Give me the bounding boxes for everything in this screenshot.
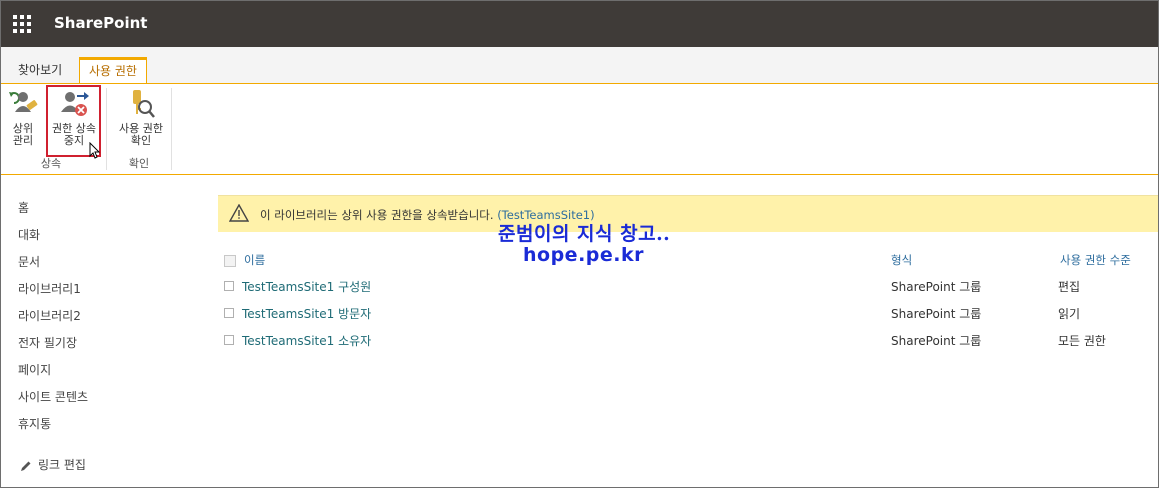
manage-parent-button[interactable]: 상위 관리 (3, 88, 43, 147)
edit-links-button[interactable]: 링크 편집 (20, 456, 86, 473)
nav-item-library2[interactable]: 라이브러리2 (18, 305, 188, 332)
warning-icon (229, 204, 249, 222)
permissions-table: 이름 형식 사용 권한 수준 TestTeamsSite1 구성원 ShareP… (218, 245, 1158, 353)
row-checkbox[interactable] (224, 335, 234, 345)
row-checkbox[interactable] (224, 308, 234, 318)
watermark-title: 준범이의 지식 창고.. (498, 223, 671, 245)
table-row: TestTeamsSite1 구성원 SharePoint 그룹 편집 (218, 272, 1158, 299)
ribbon-bottom-line (1, 174, 1158, 175)
brand-title[interactable]: SharePoint (54, 14, 147, 32)
ribbon-group-check: 사용 권한 확인 확인 (107, 84, 171, 174)
ribbon: 상위 관리 권한 상속 중지 상속 사용 권한 확인 확인 (1, 84, 1158, 174)
message-body: 이 라이브러리는 상위 사용 권한을 상속받습니다. (260, 208, 494, 222)
ribbon-group-label-inheritance: 상속 (40, 157, 62, 170)
left-navigation: 홈 대화 문서 라이브러리1 라이브러리2 전자 필기장 페이지 사이트 콘텐츠… (18, 197, 188, 440)
row-name-link[interactable]: TestTeamsSite1 소유자 (242, 332, 371, 349)
column-header-type[interactable]: 형식 (891, 252, 912, 268)
row-type: SharePoint 그룹 (891, 334, 982, 348)
nav-item-recycle-bin[interactable]: 휴지통 (18, 413, 188, 440)
row-permission-level: 편집 (1058, 280, 1081, 294)
ribbon-group-separator (171, 88, 172, 170)
row-type: SharePoint 그룹 (891, 307, 982, 321)
manage-parent-label: 상위 관리 (12, 122, 34, 147)
nav-item-conversations[interactable]: 대화 (18, 224, 188, 251)
nav-item-site-contents[interactable]: 사이트 콘텐츠 (18, 386, 188, 413)
app-launcher-icon[interactable] (13, 15, 31, 33)
table-header: 이름 형식 사용 권한 수준 (218, 245, 1158, 272)
row-type: SharePoint 그룹 (891, 280, 982, 294)
tab-browse[interactable]: 찾아보기 (9, 57, 71, 83)
nav-item-documents[interactable]: 문서 (18, 251, 188, 278)
table-row: TestTeamsSite1 방문자 SharePoint 그룹 읽기 (218, 299, 1158, 326)
nav-item-home[interactable]: 홈 (18, 197, 188, 224)
nav-item-pages[interactable]: 페이지 (18, 359, 188, 386)
nav-item-notebook[interactable]: 전자 필기장 (18, 332, 188, 359)
manage-parent-icon (9, 92, 38, 112)
watermark-url: hope.pe.kr (523, 244, 644, 266)
mouse-cursor-icon (89, 142, 101, 159)
ribbon-group-label-check: 확인 (128, 157, 150, 170)
tab-permissions[interactable]: 사용 권한 (79, 57, 147, 84)
row-name-link[interactable]: TestTeamsSite1 방문자 (242, 305, 371, 322)
suite-bar: SharePoint (1, 1, 1158, 47)
pencil-icon (21, 461, 31, 471)
row-checkbox[interactable] (224, 281, 234, 291)
row-permission-level: 읽기 (1058, 307, 1081, 321)
check-permissions-button[interactable]: 사용 권한 확인 (111, 88, 171, 147)
check-permissions-label: 사용 권한 확인 (119, 122, 163, 147)
row-name-link[interactable]: TestTeamsSite1 구성원 (242, 278, 371, 295)
nav-item-library1[interactable]: 라이브러리1 (18, 278, 188, 305)
row-permission-level: 모든 권한 (1058, 334, 1106, 348)
ribbon-tab-row: 찾아보기 사용 권한 (1, 47, 1158, 84)
select-all-checkbox[interactable] (224, 255, 236, 267)
column-header-permission-level[interactable]: 사용 권한 수준 (1060, 252, 1131, 268)
check-permissions-icon (133, 90, 155, 118)
edit-links-label: 링크 편집 (38, 458, 86, 472)
inheritance-message-bar: 이 라이브러리는 상위 사용 권한을 상속받습니다. (TestTeamsSit… (218, 195, 1158, 232)
column-header-name[interactable]: 이름 (244, 252, 265, 268)
table-row: TestTeamsSite1 소유자 SharePoint 그룹 모든 권한 (218, 326, 1158, 353)
